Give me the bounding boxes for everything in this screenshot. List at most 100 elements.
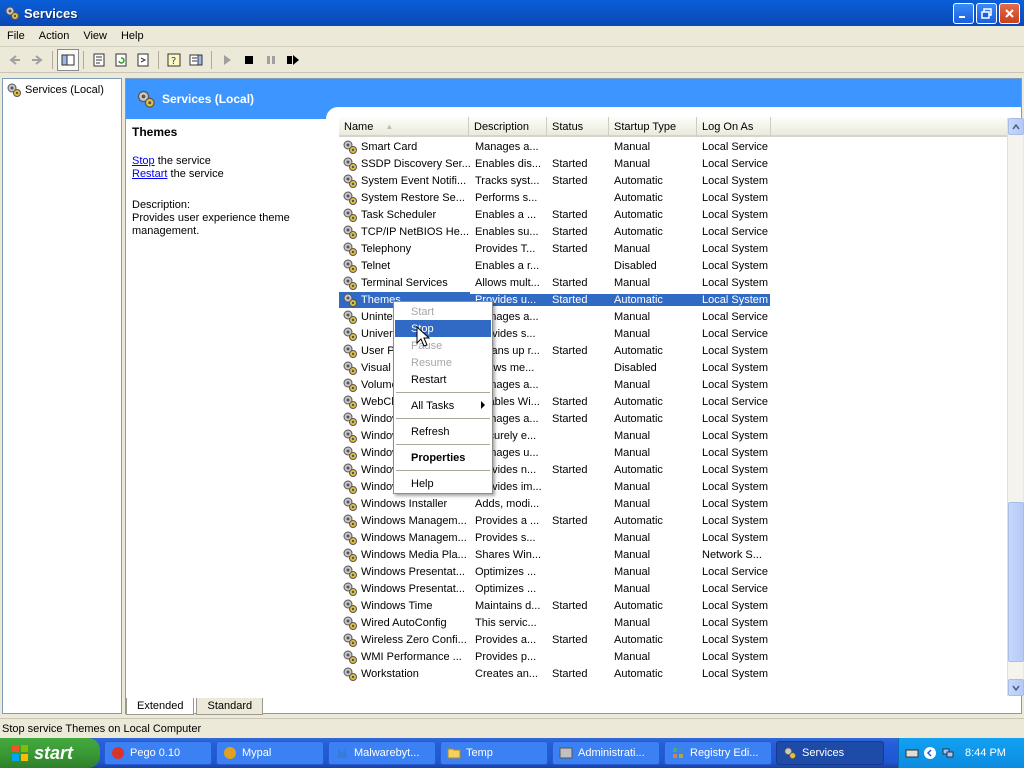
refresh-toolbar-button[interactable] [110,49,132,71]
table-row[interactable]: Windows Managem... Provides s... Manual Loc… [339,529,1007,546]
table-row[interactable]: Task Scheduler Enables a ... Started Automa… [339,206,1007,223]
cell-log-on-as: Local System [702,480,769,493]
window-title: Services [24,5,78,21]
table-row[interactable]: Telephony Provides T... Started Manual Local… [339,240,1007,257]
ctx-start[interactable]: Start [395,303,491,320]
task-mypal[interactable]: Mypal [216,741,324,765]
minimize-button[interactable] [953,3,974,24]
restart-service-link[interactable]: Restart [132,168,167,180]
start-service-button[interactable] [216,49,238,71]
toolbar-separator [211,51,212,69]
cell-startup-type: Automatic [614,395,663,408]
pause-icon [267,56,275,64]
stop-service-link[interactable]: Stop [132,155,155,167]
scroll-down-button[interactable] [1008,679,1024,696]
forward-button[interactable] [26,49,48,71]
ctx-all-tasks[interactable]: All Tasks [395,397,491,414]
cell-log-on-as: Local System [702,208,769,221]
cell-log-on-as: Local System [702,276,769,289]
menu-help[interactable]: Help [114,30,151,42]
table-row[interactable]: Windows Time Maintains d... Started Automat… [339,597,1007,614]
table-row[interactable]: Wireless Zero Confi... Provides a... Start… [339,631,1007,648]
properties-toolbar-button[interactable] [88,49,110,71]
table-row[interactable]: System Event Notifi... Tracks syst... Star… [339,172,1007,189]
ctx-refresh[interactable]: Refresh [395,423,491,440]
restore-button[interactable] [976,3,997,24]
table-row[interactable]: System Restore Se... Performs s... Automat… [339,189,1007,206]
task-temp[interactable]: Temp [440,741,548,765]
network-icon[interactable] [941,746,955,760]
service-gear-icon [343,259,357,273]
restore-icon [981,8,992,19]
chevron-left-icon[interactable] [923,746,937,760]
column-header-status[interactable]: Status [547,117,609,136]
ctx-restart[interactable]: Restart [395,371,491,388]
pane-title: Services (Local) [162,92,255,106]
cell-status: Started [552,395,588,408]
column-header-log-on-as[interactable]: Log On As [697,117,771,136]
cell-log-on-as: Local System [702,497,769,510]
restart-link-suffix: the service [167,168,224,180]
export-list-button[interactable] [132,49,154,71]
menu-action[interactable]: Action [32,30,77,42]
table-row[interactable]: Windows Presentat... Optimizes ... Manual L… [339,580,1007,597]
stop-service-button[interactable] [238,49,260,71]
table-row[interactable]: Telnet Enables a r... Disabled Local System [339,257,1007,274]
cell-name: SSDP Discovery Ser... [361,157,470,170]
pause-service-button[interactable] [260,49,282,71]
back-button[interactable] [4,49,26,71]
table-row[interactable]: Windows Media Pla... Shares Win... Manual N… [339,546,1007,563]
table-row[interactable]: Windows Managem... Provides a ... Started A… [339,512,1007,529]
task-pego[interactable]: Pego 0.10 [104,741,212,765]
ctx-resume[interactable]: Resume [395,354,491,371]
task-services[interactable]: Services [776,741,884,765]
table-row[interactable]: Windows Presentat... Optimizes ... Manual L… [339,563,1007,580]
column-header-name[interactable]: Name ▲ [339,117,469,136]
ctx-properties[interactable]: Properties [395,449,491,466]
help-toolbar-button[interactable]: ? [163,49,185,71]
cell-log-on-as: Local System [698,293,770,306]
table-row[interactable]: Terminal Services Allows mult... Started Ma… [339,274,1007,291]
task-malwarebytes[interactable]: Malwarebyt... [328,741,436,765]
toolbar-separator [158,51,159,69]
column-header-startup-type[interactable]: Startup Type [609,117,697,136]
table-row[interactable]: Wired AutoConfig This servic... Manual Loca… [339,614,1007,631]
show-hide-tree-button[interactable] [57,49,79,71]
action-pane-icon [189,54,203,66]
cell-startup-type: Manual [614,157,651,170]
table-row[interactable]: SSDP Discovery Ser... Enables dis... Start… [339,155,1007,172]
restart-service-button[interactable] [282,49,304,71]
table-row[interactable]: WMI Performance ... Provides p... Manual Lo… [339,648,1007,665]
menu-view[interactable]: View [76,30,114,42]
tab-standard[interactable]: Standard [196,698,264,715]
task-administrative[interactable]: Administrati... [552,741,660,765]
keyboard-icon[interactable] [905,746,919,760]
ctx-help[interactable]: Help [395,475,491,492]
show-action-pane-button[interactable] [185,49,207,71]
service-gear-icon [343,650,357,664]
cell-startup-type: Manual [614,565,651,578]
table-row[interactable]: Windows Installer Adds, modi... Manual Loca… [339,495,1007,512]
table-row[interactable]: Workstation Creates an... Started Automatic… [339,665,1007,682]
cell-description: Enables a r... [475,259,540,272]
tree-item-services-local[interactable]: Services (Local) [3,79,121,101]
vertical-scrollbar[interactable] [1007,118,1024,696]
close-button[interactable] [999,3,1020,24]
column-header-description[interactable]: Description [469,117,547,136]
cell-log-on-as: Local Service [702,395,769,408]
table-row[interactable]: Smart Card Manages a... Manual Local Servic… [339,138,1007,155]
task-registry-editor[interactable]: Registry Edi... [664,741,772,765]
menu-file[interactable]: File [0,30,32,42]
scroll-thumb[interactable] [1008,502,1024,662]
tab-extended[interactable]: Extended [126,698,195,715]
cell-startup-type: Automatic [614,667,663,680]
ctx-pause[interactable]: Pause [395,337,491,354]
start-button[interactable]: start [0,738,100,768]
scroll-up-button[interactable] [1008,118,1024,135]
ctx-separator [396,444,490,445]
table-row[interactable]: TCP/IP NetBIOS He... Enables su... Started… [339,223,1007,240]
service-gear-icon [343,599,357,613]
cell-description: Tracks syst... [475,174,540,187]
registry-icon [673,748,683,758]
ctx-stop[interactable]: Stop [395,320,491,337]
